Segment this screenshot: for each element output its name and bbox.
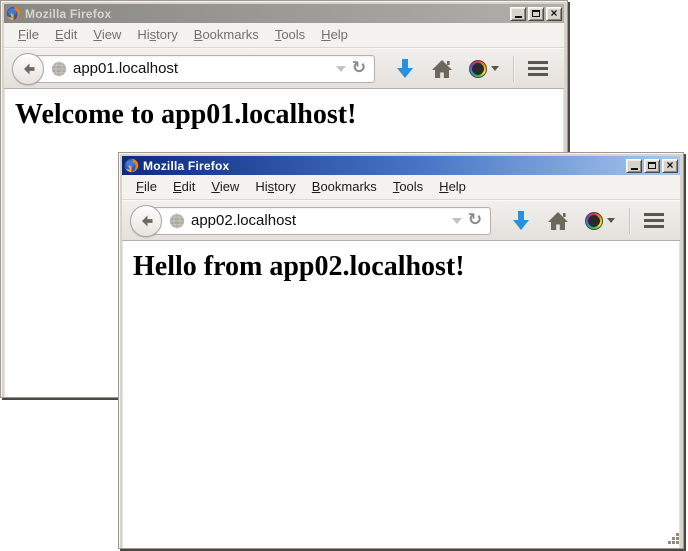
page-content-app02: Hello from app02.localhost! <box>122 241 680 548</box>
download-button[interactable] <box>395 58 415 80</box>
close-button[interactable]: × <box>546 7 562 21</box>
site-identity-globe-icon[interactable] <box>169 213 185 229</box>
home-icon <box>547 211 569 231</box>
addon-button[interactable] <box>585 212 615 230</box>
menu-bar: File Edit View History Bookmarks Tools H… <box>4 23 564 48</box>
firefox-logo-icon[interactable] <box>124 158 139 173</box>
menu-hamburger-button[interactable] <box>528 61 548 76</box>
toolbar-separator <box>629 208 630 234</box>
addon-button[interactable] <box>469 60 499 78</box>
menu-tools[interactable]: Tools <box>385 175 431 199</box>
window-title: Mozilla Firefox <box>143 159 229 173</box>
resize-grip[interactable] <box>667 532 679 544</box>
url-dropdown-icon[interactable] <box>452 218 462 224</box>
firefox-logo-icon[interactable] <box>6 6 21 21</box>
navigation-toolbar: ↻ <box>122 200 680 241</box>
minimize-icon <box>631 168 638 170</box>
page-heading: Hello from app02.localhost! <box>123 241 679 283</box>
navigation-toolbar: ↻ <box>4 48 564 89</box>
download-icon <box>511 210 531 232</box>
menu-bar: File Edit View History Bookmarks Tools H… <box>122 175 680 200</box>
firefox-window-app02: Mozilla Firefox × File Edit View History… <box>118 152 684 549</box>
close-icon: × <box>550 7 557 19</box>
site-identity-globe-icon[interactable] <box>51 61 67 77</box>
minimize-icon <box>515 16 522 18</box>
maximize-icon <box>532 10 540 17</box>
menu-help[interactable]: Help <box>431 175 474 199</box>
menu-help[interactable]: Help <box>313 23 356 47</box>
menu-file[interactable]: File <box>10 23 47 47</box>
close-icon: × <box>666 159 673 171</box>
back-icon <box>20 61 36 77</box>
back-button[interactable] <box>12 53 44 85</box>
menu-view[interactable]: View <box>85 23 129 47</box>
menu-view[interactable]: View <box>203 175 247 199</box>
window-title: Mozilla Firefox <box>25 7 111 21</box>
page-heading: Welcome to app01.localhost! <box>5 89 563 131</box>
menu-history[interactable]: History <box>129 23 185 47</box>
color-wheel-addon-icon <box>585 212 603 230</box>
menu-edit[interactable]: Edit <box>165 175 203 199</box>
menu-edit[interactable]: Edit <box>47 23 85 47</box>
maximize-button[interactable] <box>644 159 660 173</box>
url-input[interactable] <box>191 212 446 229</box>
url-input[interactable] <box>73 60 330 77</box>
titlebar[interactable]: Mozilla Firefox × <box>4 4 564 23</box>
titlebar[interactable]: Mozilla Firefox × <box>122 156 680 175</box>
maximize-icon <box>648 162 656 169</box>
download-button[interactable] <box>511 210 531 232</box>
home-button[interactable] <box>547 211 569 231</box>
home-icon <box>431 59 453 79</box>
back-button[interactable] <box>130 205 162 237</box>
reload-icon[interactable]: ↻ <box>468 212 482 229</box>
menu-bookmarks[interactable]: Bookmarks <box>304 175 385 199</box>
toolbar-separator <box>513 56 514 82</box>
url-bar[interactable]: ↻ <box>146 207 491 235</box>
back-icon <box>138 213 154 229</box>
resize-grip-dots <box>667 532 670 535</box>
reload-icon[interactable]: ↻ <box>352 60 366 77</box>
menu-bookmarks[interactable]: Bookmarks <box>186 23 267 47</box>
addon-caret-icon <box>607 218 615 223</box>
download-icon <box>395 58 415 80</box>
close-button[interactable]: × <box>662 159 678 173</box>
url-bar[interactable]: ↻ <box>28 55 375 83</box>
menu-hamburger-button[interactable] <box>644 213 664 228</box>
color-wheel-addon-icon <box>469 60 487 78</box>
menu-file[interactable]: File <box>128 175 165 199</box>
desktop: Mozilla Firefox × File Edit View History… <box>0 0 688 551</box>
maximize-button[interactable] <box>528 7 544 21</box>
menu-history[interactable]: History <box>247 175 303 199</box>
home-button[interactable] <box>431 59 453 79</box>
url-dropdown-icon[interactable] <box>336 66 346 72</box>
minimize-button[interactable] <box>510 7 526 21</box>
addon-caret-icon <box>491 66 499 71</box>
minimize-button[interactable] <box>626 159 642 173</box>
menu-tools[interactable]: Tools <box>267 23 313 47</box>
